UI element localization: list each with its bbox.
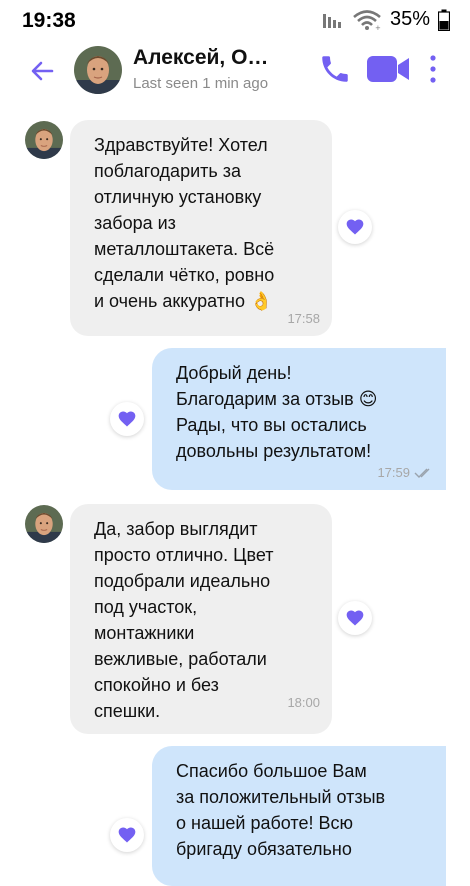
svg-text:+: + <box>375 24 381 31</box>
heart-icon <box>117 409 137 429</box>
sender-avatar[interactable] <box>25 505 63 543</box>
like-reaction-button[interactable] <box>110 818 144 852</box>
message-time: 17:59 <box>377 460 434 486</box>
message-time: 17:58 <box>287 311 320 326</box>
battery-percent: 35% <box>389 8 430 30</box>
like-reaction-button[interactable] <box>110 402 144 436</box>
heart-icon <box>345 217 365 237</box>
message-bubble-incoming[interactable]: Здравствуйте! Хотел поблагодарить за отл… <box>70 120 332 336</box>
message-text: Добрый день! Благодарим за отзыв 😊 Рады,… <box>176 363 378 461</box>
like-reaction-button[interactable] <box>338 601 372 635</box>
message-time: 18:00 <box>287 695 320 710</box>
contact-avatar[interactable] <box>74 46 122 94</box>
like-reaction-button[interactable] <box>338 210 372 244</box>
message-text: Да, забор выглядит просто отлично. Цвет … <box>94 519 274 721</box>
message-text: Спасибо большое Вам за положительный отз… <box>176 761 386 859</box>
message-bubble-outgoing[interactable]: Спасибо большое Вам за положительный отз… <box>152 746 446 886</box>
contact-name[interactable]: Алексей, О… <box>133 46 268 70</box>
battery-icon <box>438 9 450 31</box>
status-bar: 19:38 + 35% <box>0 0 470 42</box>
heart-icon <box>345 608 365 628</box>
sender-avatar[interactable] <box>25 121 63 159</box>
message-bubble-incoming[interactable]: Да, забор выглядит просто отлично. Цвет … <box>70 504 332 734</box>
heart-icon <box>117 825 137 845</box>
chat-header: Алексей, О… Last seen 1 min ago <box>0 42 470 102</box>
message-bubble-outgoing[interactable]: Добрый день! Благодарим за отзыв 😊 Рады,… <box>152 348 446 490</box>
message-text: Здравствуйте! Хотел поблагодарить за отл… <box>94 135 275 311</box>
video-call-icon[interactable] <box>366 54 410 84</box>
more-menu-icon[interactable] <box>424 52 442 86</box>
wifi-icon: + <box>353 9 381 31</box>
status-time: 19:38 <box>22 9 76 32</box>
last-seen: Last seen 1 min ago <box>133 75 269 92</box>
back-arrow-icon[interactable] <box>26 55 58 87</box>
signal-icon <box>322 13 341 28</box>
phone-call-icon[interactable] <box>318 52 352 86</box>
status-icons: + 35% <box>322 8 450 31</box>
read-checkmarks-icon <box>414 468 430 478</box>
